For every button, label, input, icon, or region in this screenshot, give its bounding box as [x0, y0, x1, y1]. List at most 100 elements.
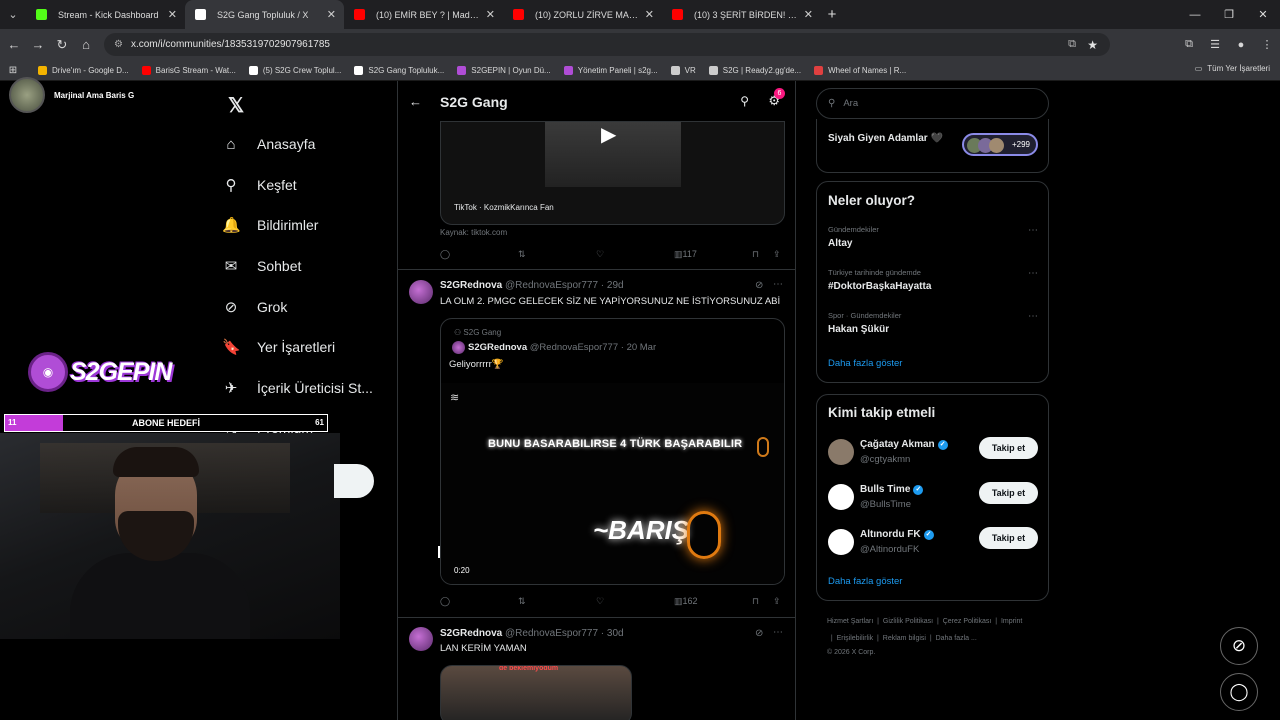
extensions-icon[interactable]: ⧉ — [1176, 38, 1202, 51]
reading-list-icon[interactable]: ☰ — [1202, 38, 1228, 51]
link-card[interactable]: ▶ TikTok · KozmikKarınca Fan — [440, 121, 785, 225]
footer-link[interactable]: Reklam bilgisi — [883, 635, 926, 642]
tab-1[interactable]: S2G Gang Topluluk / X ✕ — [185, 0, 344, 29]
search-icon[interactable]: ⚲ — [740, 94, 749, 108]
share-icon[interactable]: ⇪ — [773, 249, 781, 260]
grok-icon[interactable]: ⊘ — [755, 280, 763, 291]
footer-link[interactable]: Gizlilik Politikası — [883, 618, 933, 625]
apps-icon[interactable]: ⊞ — [0, 65, 26, 76]
bookmark-icon[interactable]: ⊓ — [752, 249, 759, 260]
repost-icon[interactable]: ⇅ — [518, 596, 526, 607]
like-icon[interactable]: ♡ — [596, 596, 604, 607]
follow-button[interactable]: Takip et — [979, 482, 1038, 504]
share-icon[interactable]: ⇪ — [773, 596, 781, 607]
follow-button[interactable]: Takip et — [979, 437, 1038, 459]
bookmark-item[interactable]: BarisG Stream - Wat... — [141, 65, 236, 75]
post-button[interactable] — [334, 464, 374, 498]
tab-close-icon[interactable]: ✕ — [804, 8, 813, 21]
bookmark-item[interactable]: S2GEPIN | Oyun Dü... — [457, 65, 551, 75]
maximize-icon[interactable]: ❐ — [1212, 0, 1246, 29]
nav-item-2[interactable]: 🔔 Bildirimler — [222, 205, 392, 246]
profile-avatar[interactable]: ● — [1228, 39, 1254, 51]
trend-item[interactable]: Türkiye tarihinde gündemde #DoktorBaşkaHa… — [828, 268, 1038, 292]
nav-item-4[interactable]: ⊘ Grok — [222, 286, 392, 327]
play-icon[interactable]: ▶ — [601, 122, 616, 147]
messages-fab-icon[interactable]: ◯ — [1220, 673, 1258, 711]
grok-fab-icon[interactable]: ⊘ — [1220, 627, 1258, 665]
minimize-icon[interactable]: — — [1178, 0, 1212, 29]
trends-more-link[interactable]: Daha fazla göster — [828, 358, 902, 369]
tab-2[interactable]: (10) EMİR BEY ? | Madara Oldu ✕ — [344, 0, 503, 29]
more-icon[interactable]: ⋯ — [1028, 311, 1038, 322]
follow-name[interactable]: Çağatay Akman ✓ — [860, 439, 948, 450]
more-icon[interactable]: ⋯ — [773, 627, 783, 638]
footer-link[interactable]: Daha fazla ... — [936, 635, 977, 642]
tab-search-icon[interactable]: ⌄ — [0, 0, 26, 29]
footer-link[interactable]: Çerez Politikası — [943, 618, 992, 625]
nav-item-0[interactable]: ⌂ Anasayfa — [222, 124, 392, 165]
post-author[interactable]: S2GRednova @RednovaEspor777 · 29d — [440, 280, 624, 291]
back-arrow-icon[interactable]: ← — [409, 94, 422, 109]
bookmark-item[interactable]: Wheel of Names | R... — [814, 65, 906, 75]
bookmark-star-icon[interactable]: ★ — [1087, 38, 1098, 52]
footer-link[interactable]: Hizmet Şartları — [827, 618, 873, 625]
more-icon[interactable]: ⋯ — [1028, 268, 1038, 279]
avatar[interactable] — [409, 280, 433, 304]
bookmark-item[interactable]: Yönetim Paneli | s2g... — [563, 65, 658, 75]
tab-close-icon[interactable]: ✕ — [327, 8, 336, 21]
reply-icon[interactable]: ◯ — [440, 249, 450, 260]
member-avatars[interactable]: +299 — [962, 133, 1038, 156]
grok-icon[interactable]: ⊘ — [755, 628, 763, 639]
footer-link[interactable]: Imprint — [1001, 618, 1022, 625]
address-bar[interactable]: ⚙ x.com/i/communities/183531970290796178… — [104, 33, 1110, 56]
nav-item-1[interactable]: ⚲ Keşfet — [222, 165, 392, 206]
bookmark-item[interactable]: (5) S2G Crew Toplul... — [248, 65, 341, 75]
like-icon[interactable]: ♡ — [596, 249, 604, 260]
avatar[interactable] — [828, 439, 854, 465]
follow-more-link[interactable]: Daha fazla göster — [828, 576, 902, 587]
avatar[interactable] — [828, 529, 854, 555]
views-icon[interactable]: ▥ 162 — [674, 596, 698, 607]
home-icon[interactable]: ⌂ — [74, 29, 98, 60]
nav-item-5[interactable]: 🔖 Yer İşaretleri — [222, 327, 392, 368]
reload-icon[interactable]: ↻ — [50, 29, 74, 60]
post-media[interactable]: de beklemiyodum — [440, 665, 632, 720]
follow-name[interactable]: Bulls Time ✓ — [860, 484, 924, 495]
x-logo-icon[interactable]: 𝕏 — [228, 93, 244, 118]
forward-icon[interactable]: → — [26, 29, 50, 60]
trend-item[interactable]: Spor · Gündemdekiler Hakan Şükür ⋯ — [828, 311, 1038, 335]
tab-0[interactable]: Stream - Kick Dashboard ✕ — [26, 0, 185, 29]
tab-close-icon[interactable]: ✕ — [486, 8, 495, 21]
tab-3[interactable]: (10) ZORLU ZİRVE MAÇLARI! H ✕ — [503, 0, 662, 29]
tab-4[interactable]: (10) 3 ŞERİT BİRDEN! Türkiye'de ✕ — [662, 0, 821, 29]
footer-link[interactable]: Erişilebilirlik — [837, 635, 874, 642]
avatar[interactable] — [828, 484, 854, 510]
post-author[interactable]: S2GRednova @RednovaEspor777 · 30d — [440, 628, 624, 639]
back-icon[interactable]: ← — [2, 29, 26, 60]
close-window-icon[interactable]: ✕ — [1246, 0, 1280, 29]
bookmark-item[interactable]: S2G | Ready2.gg'de... — [708, 65, 801, 75]
nav-item-6[interactable]: ✈ İçerik Üreticisi St... — [222, 368, 392, 409]
site-info-icon[interactable]: ⚙ — [114, 39, 123, 50]
bookmark-item[interactable]: Drive'ım - Google D... — [38, 65, 129, 75]
more-icon[interactable]: ⋯ — [1028, 225, 1038, 236]
new-tab-button[interactable]: + — [821, 0, 843, 29]
tab-close-icon[interactable]: ✕ — [645, 8, 654, 21]
follow-name[interactable]: Altınordu FK ✓ — [860, 529, 934, 540]
all-bookmarks[interactable]: ▭ Tüm Yer İşaretleri — [1195, 64, 1270, 73]
video-player[interactable]: ≋ BUNU BASARABILIRSE 4 TÜRK BAŞARABILIR … — [441, 383, 784, 584]
repost-icon[interactable]: ⇅ — [518, 249, 526, 260]
search-input[interactable]: ⚲ Ara — [816, 88, 1049, 119]
community-card[interactable]: Siyah Giyen Adamlar 🖤 +299 — [816, 119, 1049, 173]
avatar[interactable] — [409, 627, 433, 651]
tab-close-icon[interactable]: ✕ — [168, 8, 177, 21]
more-icon[interactable]: ⋯ — [773, 279, 783, 290]
nav-item-3[interactable]: ✉ Sohbet — [222, 246, 392, 287]
quoted-post[interactable]: ⚇ S2G Gang S2GRednova @RednovaEspor777 ·… — [440, 318, 785, 585]
follow-button[interactable]: Takip et — [979, 527, 1038, 549]
menu-icon[interactable]: ⋮ — [1254, 38, 1280, 51]
bookmark-icon[interactable]: ⊓ — [752, 596, 759, 607]
bookmark-item[interactable]: S2G Gang Topluluk... — [354, 65, 444, 75]
trend-item[interactable]: Gündemdekiler Altay ⋯ — [828, 225, 1038, 249]
views-icon[interactable]: ▥ 117 — [674, 249, 697, 260]
